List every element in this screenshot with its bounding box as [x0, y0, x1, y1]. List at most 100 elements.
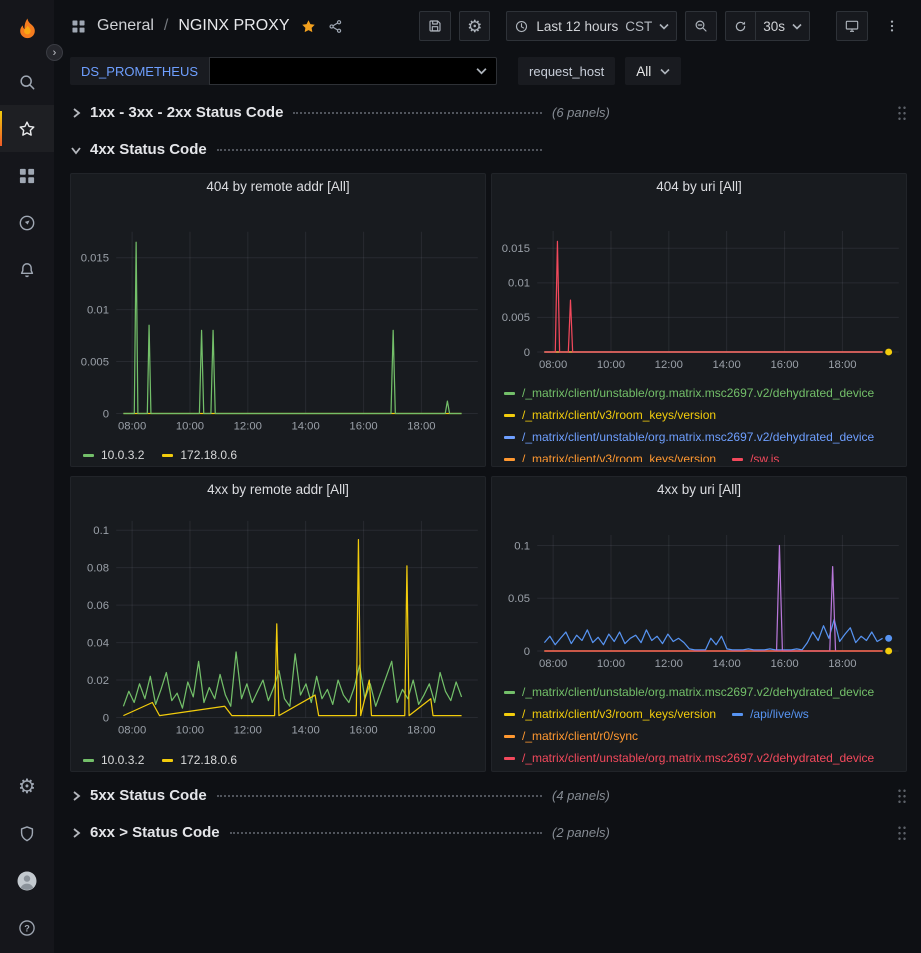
svg-text:10:00: 10:00	[176, 724, 204, 736]
legend-label: /_matrix/client/v3/room_keys/version	[522, 707, 716, 721]
row-title: 4xx Status Code	[90, 141, 207, 158]
dashboard-row-header[interactable]: 1xx - 3xx - 2xx Status Code(6 panels)	[70, 99, 907, 126]
dashboard-content: 1xx - 3xx - 2xx Status Code(6 panels) 4xx…	[54, 97, 921, 846]
legend-swatch	[162, 759, 173, 762]
legend-item[interactable]: 172.18.0.6	[162, 749, 237, 771]
svg-text:0.05: 0.05	[508, 593, 530, 605]
svg-text:18:00: 18:00	[828, 658, 856, 670]
legend-item[interactable]: 172.18.0.6	[162, 444, 237, 466]
legend-item[interactable]: /_matrix/client/unstable/org.matrix.msc2…	[504, 430, 874, 444]
breadcrumb-folder[interactable]: General	[97, 17, 154, 35]
sidebar-item-starred[interactable]	[0, 105, 54, 152]
help-icon: ?	[17, 918, 37, 938]
panel-title[interactable]: 4xx by remote addr [All]	[71, 477, 485, 503]
legend-item[interactable]: /_matrix/client/unstable/org.matrix.msc2…	[504, 685, 874, 699]
legend-swatch	[504, 436, 515, 439]
legend-label: /_matrix/client/unstable/org.matrix.msc2…	[522, 386, 874, 400]
svg-text:0.01: 0.01	[508, 278, 530, 290]
legend-item[interactable]: 10.0.3.2	[83, 749, 144, 771]
svg-text:0.08: 0.08	[87, 562, 109, 574]
request-host-variable-label: request_host	[518, 57, 615, 85]
chevron-down-icon	[70, 144, 82, 156]
row-dotted-line	[217, 795, 542, 797]
row-drag-handle[interactable]	[897, 825, 907, 841]
request-host-select[interactable]: All	[625, 57, 681, 85]
favorite-star-icon[interactable]	[300, 18, 317, 35]
legend-item[interactable]: /sw.js	[732, 452, 779, 462]
legend-swatch	[504, 414, 515, 417]
chart-canvas[interactable]: 00.0050.010.01508:0010:0012:0014:0016:00…	[71, 200, 485, 436]
page-title[interactable]: NGINX PROXY	[178, 17, 289, 35]
svg-text:?: ?	[24, 923, 30, 933]
sidebar-item-server-admin[interactable]	[0, 810, 54, 857]
time-range-button[interactable]: Last 12 hours CST	[506, 11, 677, 41]
sidebar-item-alerting[interactable]	[0, 246, 54, 293]
svg-text:16:00: 16:00	[770, 359, 798, 371]
legend-swatch	[83, 454, 94, 457]
row-drag-handle[interactable]	[897, 105, 907, 121]
svg-text:12:00: 12:00	[234, 724, 262, 736]
svg-text:14:00: 14:00	[291, 420, 319, 432]
svg-text:08:00: 08:00	[118, 724, 146, 736]
row-drag-handle[interactable]	[897, 788, 907, 804]
sidebar-item-search[interactable]	[0, 58, 54, 105]
sidebar-item-configuration[interactable]: ⚙	[0, 763, 54, 810]
gear-icon: ⚙	[18, 777, 36, 797]
legend-swatch	[504, 392, 515, 395]
legend-item[interactable]: /api/live/ws	[732, 707, 809, 721]
dashboard-row-header[interactable]: 5xx Status Code(4 panels)	[70, 782, 907, 809]
dashboard-row-header[interactable]: 6xx > Status Code(2 panels)	[70, 819, 907, 846]
sidebar-expand-button[interactable]: ›	[46, 44, 63, 61]
legend-item[interactable]: 10.0.3.2	[83, 444, 144, 466]
svg-text:18:00: 18:00	[407, 724, 435, 736]
legend-label: /_matrix/client/v3/room_keys/version	[522, 408, 716, 422]
row-dotted-line	[230, 832, 542, 834]
sidebar-item-explore[interactable]	[0, 199, 54, 246]
share-icon[interactable]	[327, 18, 344, 35]
grafana-flame-icon	[14, 16, 41, 43]
panel-legend: /_matrix/client/unstable/org.matrix.msc2…	[492, 681, 906, 765]
legend-item[interactable]: /_matrix/client/v3/room_keys/version	[504, 452, 716, 462]
panels-grid: 404 by remote addr [All] 00.0050.010.0150…	[70, 173, 907, 772]
sidebar-item-dashboards[interactable]	[0, 152, 54, 199]
chart-canvas[interactable]: 00.050.108:0010:0012:0014:0016:0018:00	[492, 503, 906, 675]
dashboard-grid-icon	[70, 18, 87, 35]
dashboard-settings-button[interactable]: ⚙	[459, 11, 490, 41]
cycle-view-button[interactable]	[836, 11, 868, 41]
svg-text:08:00: 08:00	[118, 420, 146, 432]
chart-canvas[interactable]: 00.0050.010.01508:0010:0012:0014:0016:00…	[492, 200, 906, 376]
legend-item[interactable]: /_matrix/client/v3/room_keys/version	[504, 408, 716, 422]
sidebar-item-help[interactable]: ?	[0, 904, 54, 951]
breadcrumb-separator: /	[164, 17, 168, 35]
more-menu-button[interactable]	[876, 11, 908, 41]
zoom-out-button[interactable]	[685, 11, 717, 41]
svg-text:0: 0	[103, 408, 109, 420]
refresh-interval-button[interactable]: 30s	[756, 11, 810, 41]
svg-text:0.015: 0.015	[81, 252, 109, 264]
sidebar-item-profile[interactable]	[0, 857, 54, 904]
save-dashboard-button[interactable]	[419, 11, 451, 41]
legend-label: 172.18.0.6	[180, 448, 237, 462]
panel-legend: 10.0.3.2 172.18.0.6	[71, 444, 485, 466]
svg-text:08:00: 08:00	[539, 658, 567, 670]
legend-label: 172.18.0.6	[180, 753, 237, 767]
chart-canvas[interactable]: 00.020.040.060.080.108:0010:0012:0014:00…	[71, 503, 485, 741]
dashboard-row-header[interactable]: 4xx Status Code	[70, 136, 907, 163]
svg-text:14:00: 14:00	[713, 658, 741, 670]
save-icon	[427, 18, 443, 34]
datasource-select[interactable]	[209, 57, 497, 85]
panel-title[interactable]: 4xx by uri [All]	[492, 477, 906, 503]
legend-item[interactable]: /_matrix/client/unstable/org.matrix.msc2…	[504, 386, 874, 400]
legend-item[interactable]: /_matrix/client/v3/room_keys/version	[504, 707, 716, 721]
clock-icon	[514, 19, 529, 34]
refresh-button[interactable]	[725, 11, 756, 41]
chevron-right-icon	[70, 107, 82, 119]
legend-swatch	[732, 458, 743, 461]
legend-item[interactable]: /_matrix/client/unstable/org.matrix.msc2…	[504, 751, 874, 765]
legend-swatch	[504, 735, 515, 738]
panel-title[interactable]: 404 by remote addr [All]	[71, 174, 485, 200]
svg-text:12:00: 12:00	[655, 359, 683, 371]
legend-item[interactable]: /_matrix/client/r0/sync	[504, 729, 638, 743]
compass-icon	[17, 213, 37, 233]
panel-title[interactable]: 404 by uri [All]	[492, 174, 906, 200]
